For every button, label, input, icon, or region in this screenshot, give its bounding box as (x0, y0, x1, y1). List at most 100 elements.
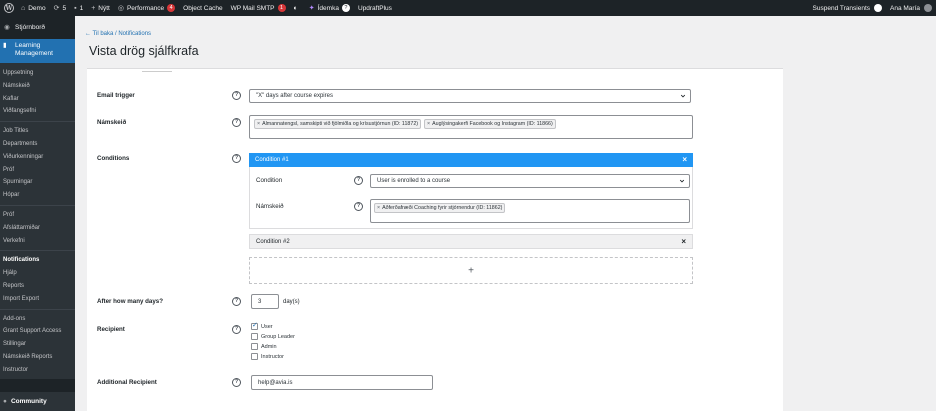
adminbar-new[interactable]: + Nýtt (87, 0, 114, 16)
sidebar-item-viðurkenningar[interactable]: Viðurkenningar (0, 151, 75, 164)
sidebar-item-job-titles[interactable]: Job Titles (0, 125, 75, 138)
days-input[interactable]: 3 (251, 294, 279, 309)
sidebar-separator (0, 250, 75, 252)
course-tag[interactable]: × Almannatengsl, samskipti við fjölmiðla … (254, 119, 422, 129)
days-unit: day(s) (283, 299, 300, 305)
refresh-icon: ⟳ (53, 5, 60, 12)
course-label: Námskeið (97, 119, 127, 126)
plus-icon: + (468, 265, 474, 276)
adminbar-suspend[interactable]: Suspend Transients (809, 0, 874, 16)
help-icon[interactable]: ? (232, 325, 241, 334)
adminbar-performance[interactable]: ◎ Performance 4 (114, 0, 179, 16)
sidebar-item-community[interactable]: ● Community (0, 392, 75, 411)
admin-checkbox[interactable] (251, 343, 258, 350)
sidebar-item-hópar[interactable]: Hópar (0, 189, 75, 202)
close-icon[interactable]: × (682, 155, 687, 164)
sidebar-item-dashboard[interactable]: ◉ Stjórnborð (0, 20, 75, 34)
help-icon[interactable]: ? (232, 118, 241, 127)
sidebar-item-hjálp[interactable]: Hjálp (0, 267, 75, 280)
sidebar-item-kaflar[interactable]: Kaflar (0, 93, 75, 106)
sidebar-separator (0, 121, 75, 123)
adminbar-updraft[interactable]: UpdraftPlus (354, 0, 396, 16)
help-icon[interactable]: ? (232, 297, 241, 306)
chevron-down-icon (679, 179, 685, 183)
breadcrumb[interactable]: ← Til baka / Notifications (85, 31, 151, 37)
sidebar-item-departments[interactable]: Departments (0, 138, 75, 151)
close-icon[interactable]: × (681, 237, 686, 246)
avatar[interactable] (924, 4, 932, 12)
condition-2-header[interactable]: Condition #2 × (249, 234, 693, 249)
adminbar-plugin-q[interactable]: ◐ (290, 0, 305, 16)
recipient-option[interactable]: User (251, 321, 273, 330)
tag-remove-icon[interactable]: × (427, 121, 430, 127)
status-circle-icon[interactable] (874, 4, 882, 12)
adminbar-user[interactable]: Ana María (886, 0, 920, 16)
sidebar-item-námskeið[interactable]: Námskeið (0, 80, 75, 93)
panel-tab-edge (142, 69, 172, 72)
recipient-option[interactable]: Instructor (251, 353, 284, 360)
sidebar-item-uppsetning[interactable]: Uppsetning (0, 67, 75, 80)
sidebar-item-próf[interactable]: Próf (0, 164, 75, 177)
sidebar-item-reports[interactable]: Reports (0, 280, 75, 293)
recipient-option[interactable]: Group Leader (251, 333, 295, 340)
help-icon[interactable]: ? (232, 91, 241, 100)
condition-label: Condition (256, 177, 283, 184)
tag-remove-icon[interactable]: × (377, 205, 380, 211)
adminbar-wp-mail[interactable]: WP Mail SMTP 1 (227, 0, 290, 16)
course-tag[interactable]: × Auglýsingakerfi Facebook og Instagram (… (424, 119, 556, 129)
tag-remove-icon[interactable]: × (257, 121, 260, 127)
sidebar-separator (0, 308, 75, 310)
chevron-down-icon (680, 94, 686, 98)
help-icon[interactable]: ? (232, 378, 241, 387)
condition-1-body: Condition ? User is enrolled to a course… (249, 167, 693, 229)
sidebar-item-próf[interactable]: Próf (0, 209, 75, 222)
sidebar-item-viðfangsefni[interactable]: Viðfangsefni (0, 105, 75, 118)
wordpress-logo-icon[interactable]: W (4, 3, 14, 13)
user-checkbox[interactable] (251, 321, 258, 330)
sidebar-item-grant-support-access[interactable]: Grant Support Access (0, 325, 75, 338)
email-trigger-select[interactable]: "X" days after course expires (249, 89, 691, 103)
instructor-checkbox[interactable] (251, 353, 258, 360)
sidebar-item-instructor[interactable]: Instructor (0, 364, 75, 377)
sidebar-item-verkefni[interactable]: Verkefni (0, 235, 75, 248)
help-icon[interactable]: ? (232, 154, 241, 163)
sidebar-item-add-ons[interactable]: Add-ons (0, 313, 75, 326)
notification-settings-panel: Email trigger ? "X" days after course ex… (87, 68, 783, 411)
dashboard-icon: ◉ (4, 24, 10, 31)
sidebar-item-afsláttarmiðar[interactable]: Afsláttarmiðar (0, 222, 75, 235)
email-trigger-label: Email trigger (97, 92, 135, 99)
group-leader-checkbox[interactable] (251, 333, 258, 340)
help-icon[interactable]: ? (354, 202, 363, 211)
sidebar-item-notifications[interactable]: Notifications (0, 254, 75, 267)
condition-1-header[interactable]: Condition #1 × (249, 153, 693, 167)
chart-icon: ▮ (3, 42, 7, 49)
course-tag[interactable]: × Aðferðafræði Coaching fyrir stjórnendur… (374, 203, 506, 213)
admin-bar: W ⌂ Demo ⟳ 5 ▪ 1 + Nýtt ◎ Performance 4 Object… (0, 0, 936, 16)
adminbar-object-cache[interactable]: Object Cache (179, 0, 226, 16)
add-condition-button[interactable]: + (249, 257, 693, 284)
sidebar-item-spurningar[interactable]: Spurningar (0, 176, 75, 189)
adminbar-comments[interactable]: ▪ 1 (70, 0, 87, 16)
plugin-q-icon: ◐ (293, 4, 298, 12)
conditions-label: Conditions (97, 155, 130, 162)
additional-recipient-label: Additional Recipient (97, 379, 157, 386)
sidebar-item-stillingar[interactable]: Stillingar (0, 338, 75, 351)
days-label: After how many days? (97, 298, 164, 305)
wp-mail-badge: 1 (277, 4, 286, 12)
home-icon: ⌂ (21, 4, 26, 12)
idemka-badge-icon: ? (341, 4, 350, 12)
adminbar-site[interactable]: ⌂ Demo (17, 0, 50, 16)
sidebar-item-import-export[interactable]: Import Export (0, 293, 75, 306)
condition-course-multiselect[interactable]: × Aðferðafræði Coaching fyrir stjórnendur… (370, 199, 690, 223)
sidebar-item-námskeið-reports[interactable]: Námskeið Reports (0, 351, 75, 364)
adminbar-idemka[interactable]: ✦ Ídemka? (305, 0, 354, 16)
adminbar-updates[interactable]: ⟳ 5 (50, 0, 71, 16)
sidebar-item-learning-management[interactable]: ▮ Learning Management (0, 39, 75, 63)
recipient-option[interactable]: Admin (251, 343, 277, 350)
course-multiselect[interactable]: × Almannatengsl, samskipti við fjölmiðla … (249, 115, 693, 139)
additional-recipient-input[interactable]: help@avia.is (251, 375, 433, 390)
help-icon[interactable]: ? (354, 176, 363, 185)
sidebar: ◉ Stjórnborð ▮ Learning Management Uppse… (0, 16, 75, 411)
condition-select[interactable]: User is enrolled to a course (370, 174, 690, 188)
performance-badge: 4 (167, 4, 176, 12)
